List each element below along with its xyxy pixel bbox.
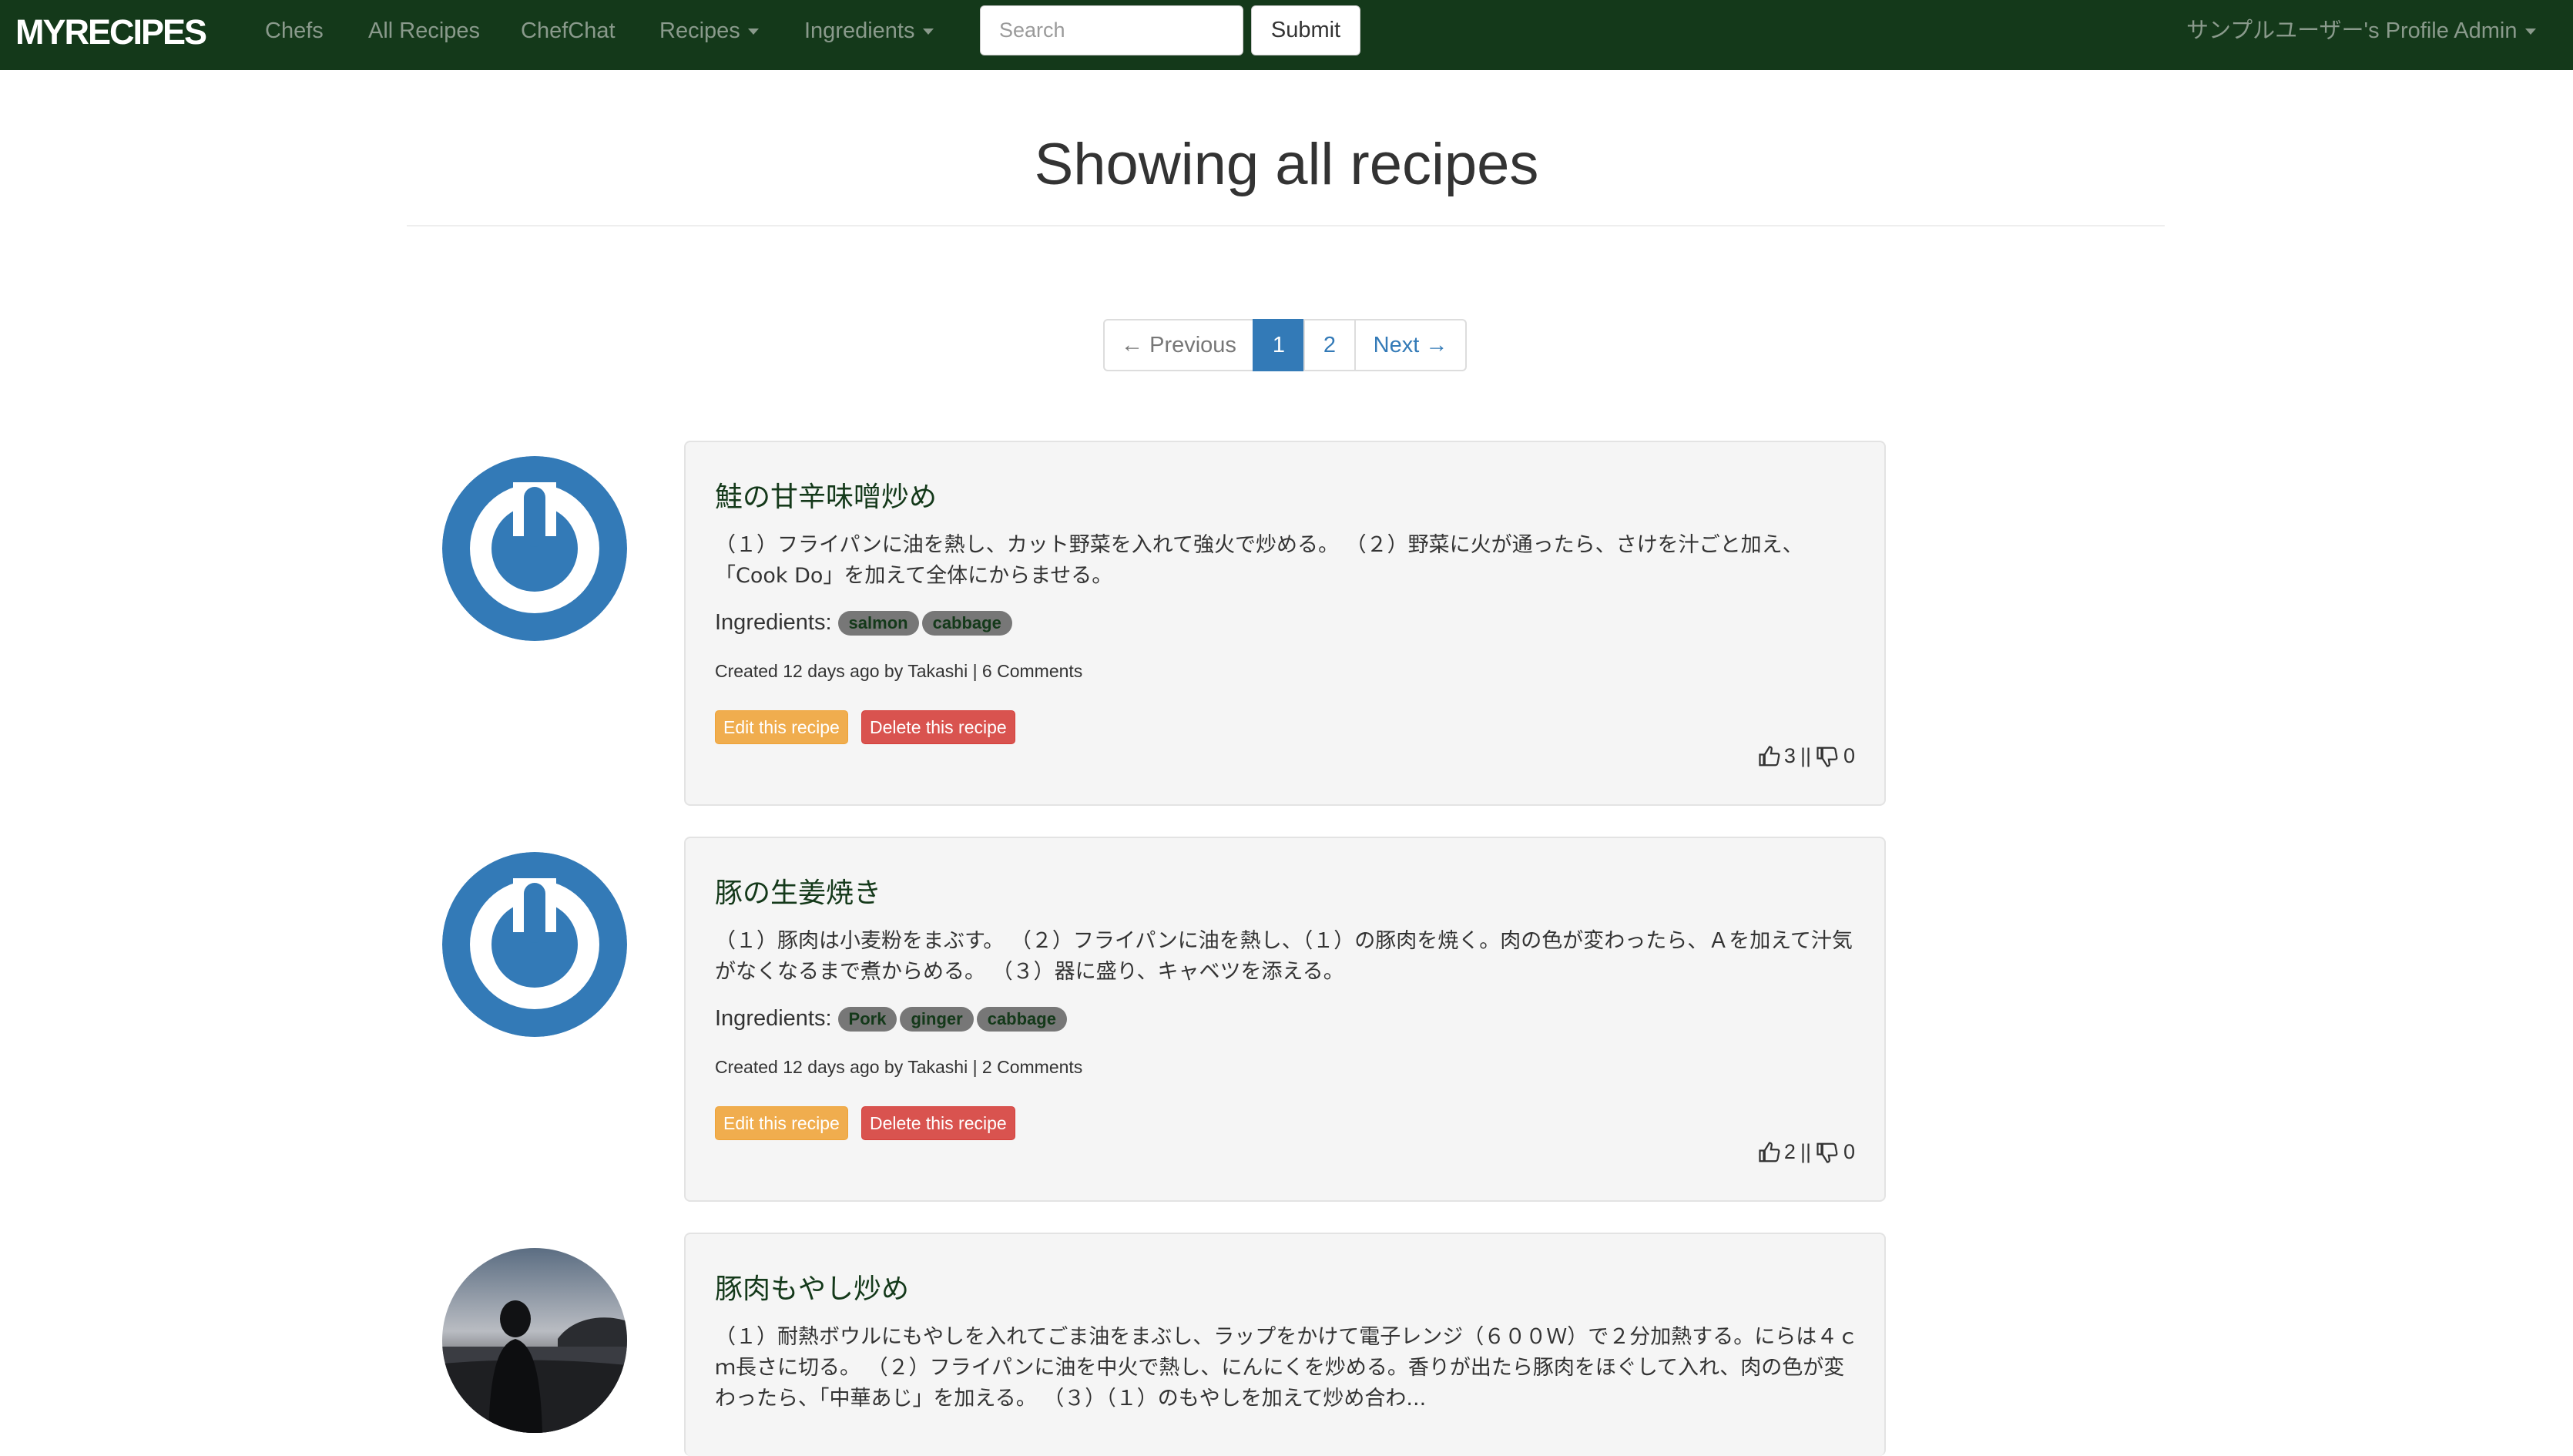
nav-dropdown-recipes-label: Recipes <box>659 18 740 43</box>
like-count: 3 <box>1783 744 1796 767</box>
nav-link-chefs[interactable]: Chefs <box>265 17 324 45</box>
ingredients-label: Ingredients: <box>715 610 832 635</box>
pagination-previous[interactable]: ← Previous <box>1103 319 1254 371</box>
dislike-count: 0 <box>1843 744 1855 767</box>
recipe-ingredients: Ingredients: salmon cabbage <box>715 610 1012 636</box>
recipe-ingredients: Ingredients: Pork ginger cabbage <box>715 1006 1067 1032</box>
power-icon <box>442 852 627 1037</box>
pagination-page-2[interactable]: 2 <box>1303 319 1356 371</box>
ingredients-label: Ingredients: <box>715 1006 832 1031</box>
chef-avatar[interactable] <box>442 852 627 1037</box>
recipe-card: 豚の生姜焼き （１）豚肉は小麦粉をまぶす。 （２）フライパンに油を熱し、（１）の… <box>684 837 1886 1202</box>
thumbs-up-icon[interactable] <box>1758 745 1781 768</box>
top-navbar: MYRECIPES Chefs All Recipes ChefChat Rec… <box>0 0 2573 70</box>
edit-recipe-button[interactable]: Edit this recipe <box>715 1106 848 1140</box>
ingredient-badge[interactable]: ginger <box>900 1006 974 1032</box>
chef-avatar[interactable] <box>442 1248 627 1433</box>
recipe-description: （１）フライパンに油を熱し、カット野菜を入れて強火で炒める。 （２）野菜に火が通… <box>715 533 1803 588</box>
like-count: 2 <box>1783 1140 1796 1163</box>
caret-down-icon <box>922 29 934 35</box>
recipe-actions: Edit this recipe Delete this recipe <box>715 1106 1100 1140</box>
delete-recipe-button[interactable]: Delete this recipe <box>861 710 1015 744</box>
header-divider <box>407 225 2165 226</box>
recipe-meta: Created 12 days ago by Takashi | 2 Comme… <box>715 1057 1083 1077</box>
caret-down-icon <box>747 29 759 35</box>
recipe-votes: 2 || 0 <box>1758 1140 1855 1164</box>
pagination: ← Previous 1 2 Next → <box>1103 319 1467 371</box>
recipe-card: 豚肉もやし炒め （１）耐熱ボウルにもやしを入れてごま油をまぶし、ラップをかけて電… <box>684 1233 1886 1456</box>
recipe-title-link[interactable]: 豚の生姜焼き <box>715 877 881 911</box>
dislike-count: 0 <box>1843 1140 1855 1163</box>
chef-avatar[interactable] <box>442 456 627 641</box>
delete-recipe-button[interactable]: Delete this recipe <box>861 1106 1015 1140</box>
page-title: Showing all recipes <box>1034 132 1539 197</box>
edit-recipe-button[interactable]: Edit this recipe <box>715 710 848 744</box>
nav-dropdown-profile[interactable]: サンプルユーザー's Profile Admin <box>2186 17 2536 45</box>
recipe-actions: Edit this recipe Delete this recipe <box>715 710 1100 744</box>
vote-separator: || <box>1800 744 1811 767</box>
ingredient-badge[interactable]: Pork <box>837 1006 897 1032</box>
profile-label: サンプルユーザー's Profile Admin <box>2186 18 2518 43</box>
ingredient-badge[interactable]: cabbage <box>921 610 1012 636</box>
power-icon <box>442 456 627 641</box>
ingredient-badge[interactable]: salmon <box>837 610 919 636</box>
ingredient-badge[interactable]: cabbage <box>976 1006 1067 1032</box>
brand-logo[interactable]: MYRECIPES <box>15 11 207 53</box>
search-submit-button[interactable]: Submit <box>1251 5 1360 55</box>
thumbs-up-icon[interactable] <box>1758 1141 1781 1164</box>
recipe-description: （１）豚肉は小麦粉をまぶす。 （２）フライパンに油を熱し、（１）の豚肉を焼く。肉… <box>715 929 1853 984</box>
pagination-page-1[interactable]: 1 <box>1253 319 1305 371</box>
recipe-meta: Created 12 days ago by Takashi | 6 Comme… <box>715 661 1083 681</box>
recipe-title-link[interactable]: 鮭の甘辛味噌炒め <box>715 481 937 515</box>
recipe-title-link[interactable]: 豚肉もやし炒め <box>715 1273 909 1307</box>
recipe-votes: 3 || 0 <box>1758 744 1855 768</box>
thumbs-down-icon[interactable] <box>1816 745 1839 768</box>
recipe-card: 鮭の甘辛味噌炒め （１）フライパンに油を熱し、カット野菜を入れて強火で炒める。 … <box>684 441 1886 806</box>
recipe-description: （１）耐熱ボウルにもやしを入れてごま油をまぶし、ラップをかけて電子レンジ（６００… <box>715 1325 1859 1411</box>
nav-dropdown-ingredients[interactable]: Ingredients <box>804 17 934 45</box>
pagination-next[interactable]: Next → <box>1354 319 1467 371</box>
nav-dropdown-ingredients-label: Ingredients <box>804 18 915 43</box>
vote-separator: || <box>1800 1140 1811 1163</box>
caret-down-icon <box>2524 29 2536 35</box>
search-input[interactable] <box>980 5 1243 55</box>
nav-link-all-recipes[interactable]: All Recipes <box>368 17 480 45</box>
nav-link-chefchat[interactable]: ChefChat <box>521 17 616 45</box>
thumbs-down-icon[interactable] <box>1816 1141 1839 1164</box>
beach-photo <box>442 1248 627 1433</box>
nav-dropdown-recipes[interactable]: Recipes <box>659 17 759 45</box>
